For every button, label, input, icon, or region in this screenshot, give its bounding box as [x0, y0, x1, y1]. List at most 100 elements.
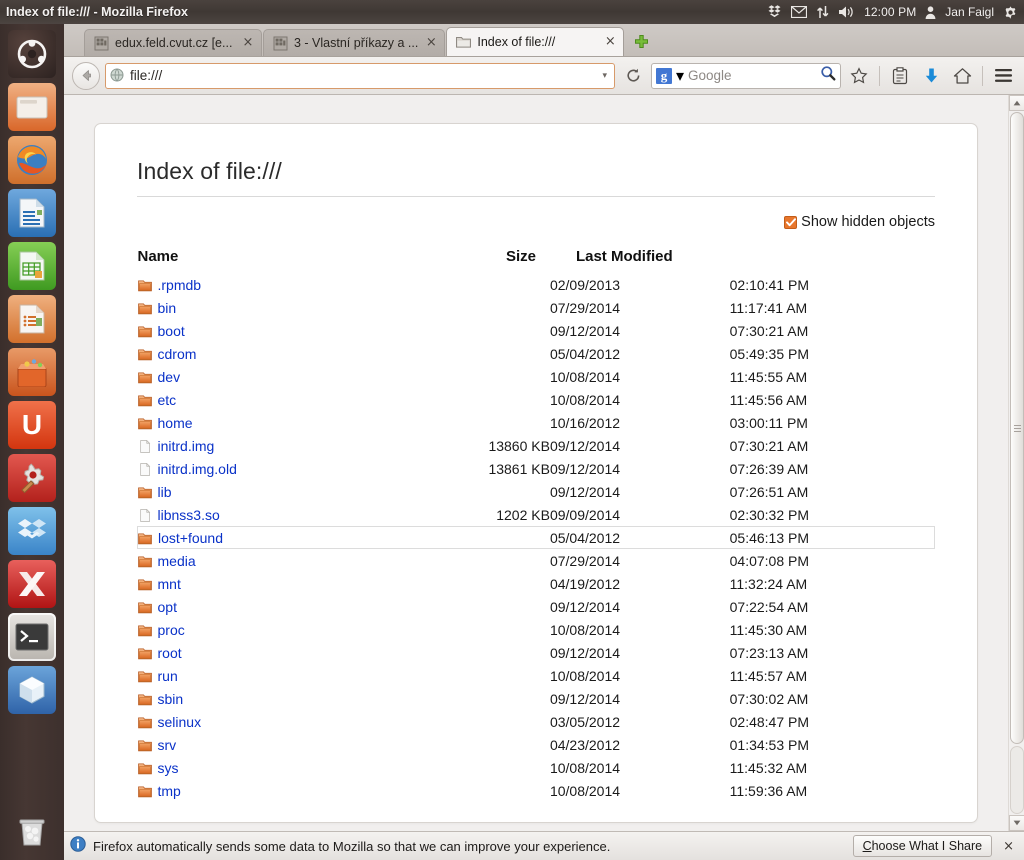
libreoffice-writer-icon[interactable]: [8, 189, 56, 237]
file-link[interactable]: home: [158, 415, 193, 431]
virtualbox-icon[interactable]: [8, 666, 56, 714]
table-row[interactable]: root 09/12/2014 07:23:13 AM: [137, 641, 935, 664]
chevron-down-icon[interactable]: ▾: [676, 66, 684, 86]
table-row[interactable]: initrd.img.old 13861 KB 09/12/2014 07:26:39…: [138, 457, 935, 480]
file-name-cell[interactable]: lib: [137, 480, 393, 503]
file-link[interactable]: cdrom: [158, 346, 197, 362]
table-row[interactable]: run 10/08/2014 11:45:57 AM: [137, 664, 935, 687]
table-row[interactable]: lost+found 05/04/2012 05:46:13 PM: [137, 526, 935, 549]
vertical-scrollbar[interactable]: [1008, 95, 1024, 831]
scroll-down-arrow-icon[interactable]: [1009, 815, 1024, 831]
reload-icon[interactable]: [620, 63, 646, 89]
tab-close-icon[interactable]: ×: [603, 35, 617, 49]
file-link[interactable]: boot: [158, 323, 185, 339]
show-hidden-checkbox[interactable]: [784, 215, 798, 229]
volume-icon[interactable]: [838, 0, 855, 24]
table-row[interactable]: libnss3.so 1202 KB 09/09/2014 02:30:32 PM: [138, 503, 935, 526]
file-link[interactable]: proc: [158, 622, 185, 638]
search-bar[interactable]: g ▾ Google: [651, 62, 841, 89]
file-link[interactable]: srv: [158, 737, 177, 753]
file-link[interactable]: etc: [158, 392, 177, 408]
file-name-cell[interactable]: home: [137, 411, 393, 434]
file-link[interactable]: .rpmdb: [158, 277, 202, 293]
file-link[interactable]: dev: [158, 369, 181, 385]
download-arrow-icon[interactable]: [918, 63, 944, 89]
table-row[interactable]: lib 09/12/2014 07:26:51 AM: [137, 480, 935, 503]
file-name-cell[interactable]: selinux: [137, 710, 393, 733]
table-row[interactable]: media 07/29/2014 04:07:08 PM: [137, 549, 935, 572]
table-row[interactable]: boot 09/12/2014 07:30:21 AM: [137, 319, 935, 342]
dropbox-icon[interactable]: [767, 0, 782, 24]
network-icon[interactable]: [816, 0, 829, 24]
xmind-icon[interactable]: [8, 560, 56, 608]
back-arrow-icon[interactable]: [72, 61, 100, 90]
file-link[interactable]: lost+found: [158, 530, 223, 546]
url-bar[interactable]: file:/// ▾: [105, 62, 615, 89]
trash-icon[interactable]: [8, 807, 56, 855]
file-name-cell[interactable]: proc: [137, 618, 393, 641]
file-link[interactable]: lib: [158, 484, 172, 500]
scroll-up-arrow-icon[interactable]: [1009, 95, 1024, 111]
file-link[interactable]: initrd.img.old: [158, 461, 237, 477]
file-link[interactable]: opt: [158, 599, 177, 615]
mail-icon[interactable]: [791, 0, 808, 24]
file-link[interactable]: run: [158, 668, 178, 684]
tab-close-icon[interactable]: ×: [241, 36, 255, 50]
file-name-cell[interactable]: .rpmdb: [137, 273, 393, 296]
file-name-cell[interactable]: srv: [137, 733, 393, 756]
table-row[interactable]: bin 07/29/2014 11:17:41 AM: [137, 296, 935, 319]
libreoffice-calc-icon[interactable]: [8, 242, 56, 290]
file-name-cell[interactable]: initrd.img: [138, 434, 393, 457]
libreoffice-impress-icon[interactable]: [8, 295, 56, 343]
terminal-icon[interactable]: [8, 613, 56, 661]
file-name-cell[interactable]: tmp: [137, 779, 393, 802]
column-header-name[interactable]: Name: [138, 248, 393, 273]
table-row[interactable]: etc 10/08/2014 11:45:56 AM: [137, 388, 935, 411]
star-icon[interactable]: [846, 63, 872, 89]
table-row[interactable]: srv 04/23/2012 01:34:53 PM: [137, 733, 935, 756]
file-name-cell[interactable]: boot: [137, 319, 393, 342]
close-notification-icon[interactable]: ×: [999, 839, 1018, 854]
dropbox-launcher-icon[interactable]: [8, 507, 56, 555]
file-name-cell[interactable]: mnt: [137, 572, 393, 595]
clock[interactable]: 12:00 PM: [864, 5, 916, 19]
chevron-down-icon[interactable]: ▾: [599, 70, 610, 81]
system-settings-icon[interactable]: [8, 454, 56, 502]
table-row[interactable]: dev 10/08/2014 11:45:55 AM: [137, 365, 935, 388]
file-link[interactable]: sbin: [158, 691, 184, 707]
table-row[interactable]: sys 10/08/2014 11:45:32 AM: [137, 756, 935, 779]
file-link[interactable]: libnss3.so: [158, 507, 220, 523]
table-row[interactable]: home 10/16/2012 03:00:11 PM: [137, 411, 935, 434]
reader-list-icon[interactable]: [887, 63, 913, 89]
show-hidden-objects-row[interactable]: Show hidden objects: [137, 214, 935, 230]
file-name-cell[interactable]: sys: [137, 756, 393, 779]
tab-edux[interactable]: edux.feld.cvut.cz [e... ×: [84, 29, 262, 56]
file-name-cell[interactable]: root: [137, 641, 393, 664]
table-row[interactable]: cdrom 05/04/2012 05:49:35 PM: [137, 342, 935, 365]
firefox-icon[interactable]: [8, 136, 56, 184]
table-row[interactable]: .rpmdb 02/09/2013 02:10:41 PM: [137, 273, 935, 296]
choose-what-i-share-button[interactable]: Choose What I Share: [852, 835, 993, 857]
user-name[interactable]: Jan Faigl: [945, 5, 994, 19]
files-icon[interactable]: [8, 83, 56, 131]
hamburger-menu-icon[interactable]: [990, 63, 1016, 89]
tab-close-icon[interactable]: ×: [424, 36, 438, 50]
table-row[interactable]: initrd.img 13860 KB 09/12/2014 07:30:21 AM: [138, 434, 935, 457]
file-name-cell[interactable]: sbin: [137, 687, 393, 710]
table-row[interactable]: selinux 03/05/2012 02:48:47 PM: [137, 710, 935, 733]
search-input[interactable]: Google: [688, 68, 816, 83]
table-row[interactable]: proc 10/08/2014 11:45:30 AM: [137, 618, 935, 641]
file-link[interactable]: bin: [158, 300, 177, 316]
ubuntu-dash-icon[interactable]: [8, 30, 56, 78]
tab-index-of-file[interactable]: Index of file:/// ×: [446, 27, 625, 56]
column-header-size[interactable]: Size: [392, 248, 550, 273]
file-name-cell[interactable]: libnss3.so: [138, 503, 393, 526]
file-link[interactable]: tmp: [158, 783, 181, 799]
file-name-cell[interactable]: bin: [137, 296, 393, 319]
scrollbar-thumb[interactable]: [1010, 112, 1024, 744]
file-name-cell[interactable]: dev: [137, 365, 393, 388]
table-row[interactable]: sbin 09/12/2014 07:30:02 AM: [137, 687, 935, 710]
ubuntu-software-center-icon[interactable]: [8, 348, 56, 396]
file-link[interactable]: sys: [158, 760, 179, 776]
table-row[interactable]: tmp 10/08/2014 11:59:36 AM: [137, 779, 935, 802]
